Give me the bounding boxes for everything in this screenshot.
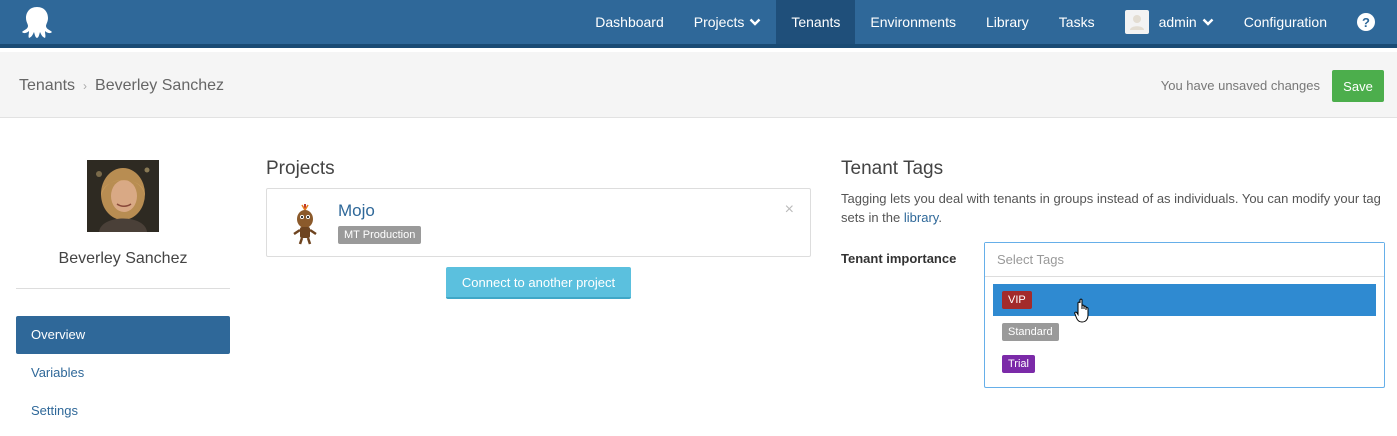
unsaved-changes-text: You have unsaved changes <box>1160 78 1320 93</box>
sidebar-item-variables[interactable]: Variables <box>16 354 230 392</box>
nav-library-label: Library <box>985 14 1029 30</box>
tenant-name: Beverley Sanchez <box>58 250 188 267</box>
nav-tenants[interactable]: Tenants <box>776 0 856 44</box>
projects-heading: Projects <box>266 158 335 179</box>
sidebar-divider <box>16 288 230 289</box>
user-avatar-icon <box>1124 10 1149 34</box>
nav-configuration-label: Configuration <box>1243 14 1327 30</box>
nav-tenants-label: Tenants <box>791 14 841 30</box>
environment-badge: MT Production <box>338 226 422 244</box>
chevron-down-icon <box>1202 18 1214 26</box>
octopus-logo-icon[interactable] <box>20 5 54 39</box>
hand-cursor-icon <box>1074 298 1089 323</box>
nav-projects[interactable]: Projects <box>679 0 777 44</box>
tag-pill-standard: Standard <box>1002 323 1059 341</box>
top-navbar: Dashboard Projects Tenants Environments … <box>0 0 1397 48</box>
nav-environments[interactable]: Environments <box>855 0 971 44</box>
project-card: Mojo MT Production × <box>266 188 811 257</box>
project-name-link[interactable]: Mojo <box>338 201 375 221</box>
nav-user-label: admin <box>1158 14 1197 30</box>
tenant-tags-description: Tagging lets you deal with tenants in gr… <box>841 189 1386 227</box>
sidebar-item-overview[interactable]: Overview <box>16 316 230 354</box>
nav-projects-label: Projects <box>693 14 745 30</box>
nav-dashboard-label: Dashboard <box>595 14 664 30</box>
breadcrumb-tenants-link[interactable]: Tenants <box>19 77 75 95</box>
nav-dashboard[interactable]: Dashboard <box>580 0 679 44</box>
tenant-tags-heading: Tenant Tags <box>841 158 944 179</box>
project-logo-icon <box>293 204 317 245</box>
help-icon: ? <box>1357 13 1375 31</box>
tenant-nav: Overview Variables Settings <box>16 316 230 430</box>
tags-description-end: . <box>938 210 942 225</box>
nav-tasks[interactable]: Tasks <box>1044 0 1110 44</box>
breadcrumb-separator-icon: › <box>83 79 88 93</box>
tenant-importance-label: Tenant importance <box>841 251 957 266</box>
save-button[interactable]: Save <box>1332 70 1384 102</box>
tag-pill-vip: VIP <box>1002 291 1032 309</box>
close-icon[interactable]: × <box>785 201 794 219</box>
chevron-down-icon <box>749 18 761 26</box>
tag-pill-trial: Trial <box>1002 355 1035 373</box>
nav-environments-label: Environments <box>870 14 956 30</box>
help-button[interactable]: ? <box>1342 0 1397 44</box>
tag-option-trial[interactable]: Trial <box>993 348 1376 380</box>
tag-option-vip[interactable]: VIP <box>993 284 1376 316</box>
breadcrumb: Tenants › Beverley Sanchez <box>19 77 224 95</box>
nav-tasks-label: Tasks <box>1058 14 1095 30</box>
navbar-stripe <box>0 44 1397 48</box>
nav-library[interactable]: Library <box>971 0 1044 44</box>
main-nav: Dashboard Projects Tenants Environments … <box>580 0 1397 44</box>
sidebar-item-settings[interactable]: Settings <box>16 392 230 430</box>
tag-select-dropdown: VIP Standard Trial <box>984 242 1385 388</box>
library-link[interactable]: library <box>904 210 938 225</box>
nav-user-menu[interactable]: admin <box>1110 0 1229 44</box>
connect-project-button[interactable]: Connect to another project <box>446 267 631 299</box>
tenant-avatar <box>87 160 159 232</box>
tag-search-input[interactable] <box>985 243 1384 277</box>
nav-configuration[interactable]: Configuration <box>1229 0 1342 44</box>
breadcrumb-current: Beverley Sanchez <box>95 77 225 94</box>
page-header: Tenants › Beverley Sanchez You have unsa… <box>0 52 1397 118</box>
tag-option-standard[interactable]: Standard <box>993 316 1376 348</box>
